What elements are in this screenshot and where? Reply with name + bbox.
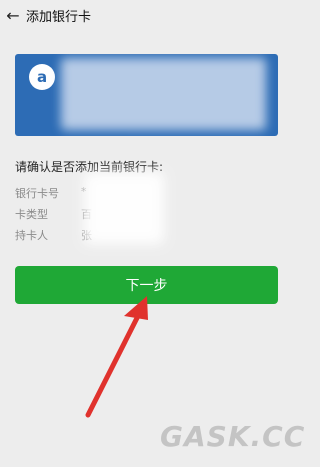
blurred-card-info — [61, 58, 266, 130]
bank-logo-icon: a — [29, 64, 55, 90]
card-number-label: 银行卡号 — [15, 187, 59, 200]
bank-card: a — [15, 54, 278, 136]
watermark: GASK.CC — [160, 420, 306, 453]
card-type-row: 卡类型 百 — [15, 206, 92, 222]
blurred-details — [84, 172, 164, 244]
card-type-label: 卡类型 — [15, 208, 48, 221]
cardholder-label: 持卡人 — [15, 229, 48, 242]
back-arrow-icon[interactable]: ← — [0, 0, 26, 30]
next-step-button[interactable]: 下一步 — [15, 266, 278, 304]
page-title: 添加银行卡 — [26, 9, 92, 25]
cardholder-row: 持卡人 张 — [15, 227, 92, 243]
top-bar: ← 添加银行卡 — [0, 0, 295, 30]
card-number-row: 银行卡号 * — [15, 185, 87, 201]
